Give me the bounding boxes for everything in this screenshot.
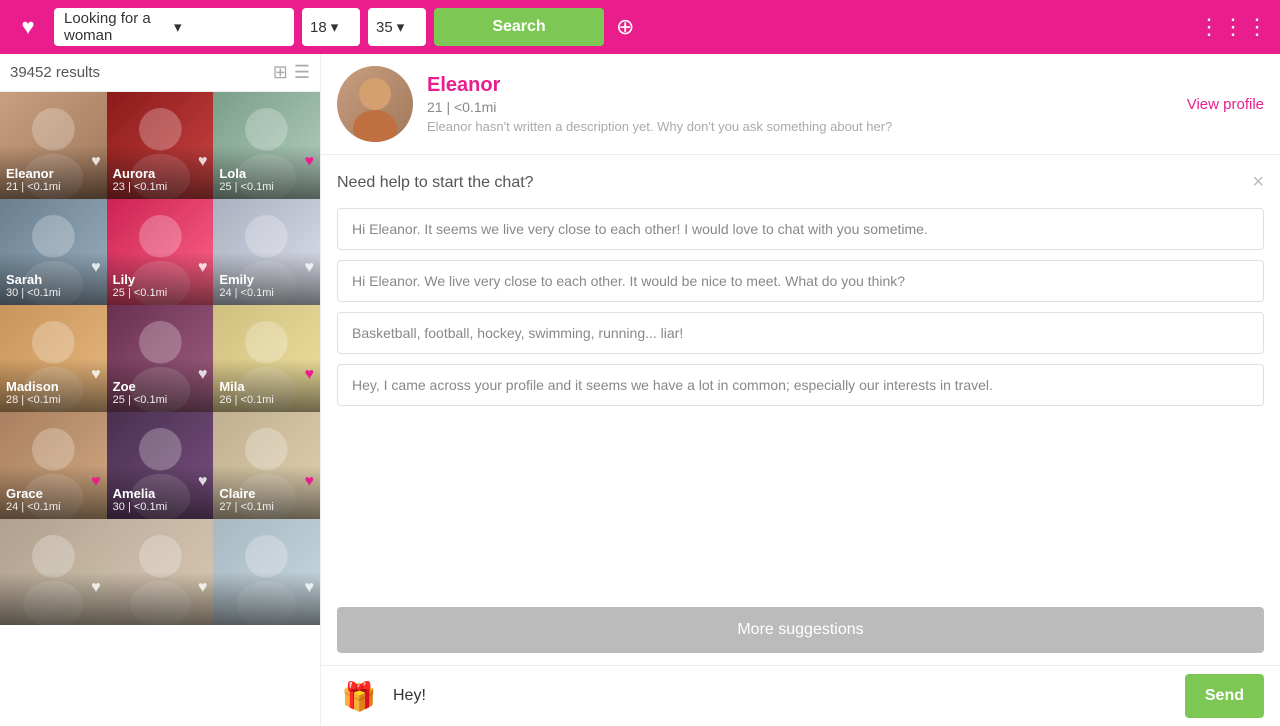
card-name: Lola: [219, 166, 314, 181]
profile-card[interactable]: Aurora 23 | <0.1mi ♥: [107, 92, 214, 199]
card-name: Madison: [6, 379, 101, 394]
card-name: Lily: [113, 272, 208, 287]
profile-info: Eleanor 21 | <0.1mi Eleanor hasn't writt…: [427, 74, 1187, 134]
left-panel: 39452 results ⊞ ☰ Eleanor 21 | <0.1mi ♥ …: [0, 54, 320, 726]
heart-icon[interactable]: ♥: [304, 259, 314, 277]
card-age: 30 | <0.1mi: [6, 287, 101, 299]
looking-for-value: Looking for a woman: [64, 10, 174, 44]
heart-icon[interactable]: ♥: [91, 153, 101, 171]
profile-card[interactable]: Eleanor 21 | <0.1mi ♥: [0, 92, 107, 199]
gift-icon: 🎁: [342, 680, 377, 713]
profile-card[interactable]: Lola 25 | <0.1mi ♥: [213, 92, 320, 199]
profiles-grid: Eleanor 21 | <0.1mi ♥ Aurora 23 | <0.1mi…: [0, 92, 320, 625]
chat-help-title: Need help to start the chat?: [337, 174, 534, 192]
card-age: 30 | <0.1mi: [113, 501, 208, 513]
card-age: 25 | <0.1mi: [113, 394, 208, 406]
age-max-value: 35: [376, 19, 393, 36]
message-input-area: 🎁 Send: [321, 665, 1280, 726]
card-name: Mila: [219, 379, 314, 394]
results-header: 39452 results ⊞ ☰: [0, 54, 320, 92]
card-name: Amelia: [113, 486, 208, 501]
chat-help-header: Need help to start the chat? ×: [337, 171, 1264, 194]
profile-card[interactable]: ♥: [0, 519, 107, 626]
main-layout: 39452 results ⊞ ☰ Eleanor 21 | <0.1mi ♥ …: [0, 54, 1280, 726]
heart-icon[interactable]: ♥: [304, 366, 314, 384]
looking-for-dropdown[interactable]: Eleanor Looking for a woman ▾: [54, 8, 294, 46]
age-max-arrow: ▾: [397, 18, 405, 36]
menu-icon[interactable]: ⋮⋮⋮: [1198, 14, 1270, 40]
heart-icon[interactable]: ♥: [198, 579, 208, 597]
heart-icon[interactable]: ♥: [91, 473, 101, 491]
send-button[interactable]: Send: [1185, 674, 1264, 718]
profile-card[interactable]: Madison 28 | <0.1mi ♥: [0, 305, 107, 412]
grid-view-icon[interactable]: ⊞: [273, 62, 288, 83]
profile-age-dist: 21 | <0.1mi: [427, 99, 1187, 115]
card-age: 24 | <0.1mi: [6, 501, 101, 513]
results-count: 39452 results: [10, 64, 273, 81]
card-name: Grace: [6, 486, 101, 501]
chat-help-section: Need help to start the chat? × Hi Eleano…: [321, 155, 1280, 607]
card-name: Claire: [219, 486, 314, 501]
profile-card[interactable]: Sarah 30 | <0.1mi ♥: [0, 199, 107, 306]
card-age: 21 | <0.1mi: [6, 181, 101, 193]
profile-card[interactable]: ♥: [107, 519, 214, 626]
gift-icon-button[interactable]: 🎁: [337, 674, 381, 718]
header: ♥ Eleanor Looking for a woman ▾ 18 ▾ 35 …: [0, 0, 1280, 54]
card-name: Zoe: [113, 379, 208, 394]
list-view-icon[interactable]: ☰: [294, 62, 310, 83]
heart-icon[interactable]: ♥: [304, 153, 314, 171]
card-age: 28 | <0.1mi: [6, 394, 101, 406]
age-min-value: 18: [310, 19, 327, 36]
profile-card[interactable]: Zoe 25 | <0.1mi ♥: [107, 305, 214, 412]
suggestions-list: Hi Eleanor. It seems we live very close …: [337, 208, 1264, 406]
avatar: [337, 66, 413, 142]
heart-icon[interactable]: ♥: [198, 366, 208, 384]
profile-card[interactable]: Grace 24 | <0.1mi ♥: [0, 412, 107, 519]
age-min-select[interactable]: 18 ▾: [302, 8, 360, 46]
view-profile-button[interactable]: View profile: [1187, 96, 1264, 113]
card-age: 23 | <0.1mi: [113, 181, 208, 193]
card-name: Aurora: [113, 166, 208, 181]
heart-icon[interactable]: ♥: [91, 579, 101, 597]
card-name: Eleanor: [6, 166, 101, 181]
close-button[interactable]: ×: [1252, 171, 1264, 194]
card-name: Emily: [219, 272, 314, 287]
age-max-select[interactable]: 35 ▾: [368, 8, 426, 46]
profile-name: Eleanor: [427, 74, 1187, 97]
profile-header: Eleanor 21 | <0.1mi Eleanor hasn't writt…: [321, 54, 1280, 155]
heart-icon[interactable]: ♥: [91, 259, 101, 277]
card-age: 24 | <0.1mi: [219, 287, 314, 299]
zoom-icon[interactable]: ⊕: [616, 14, 634, 40]
chat-suggestion[interactable]: Basketball, football, hockey, swimming, …: [337, 312, 1264, 354]
chat-suggestion[interactable]: Hi Eleanor. We live very close to each o…: [337, 260, 1264, 302]
heart-icon[interactable]: ♥: [198, 259, 208, 277]
profile-card[interactable]: Amelia 30 | <0.1mi ♥: [107, 412, 214, 519]
card-age: 27 | <0.1mi: [219, 501, 314, 513]
profile-card[interactable]: Emily 24 | <0.1mi ♥: [213, 199, 320, 306]
card-age: 25 | <0.1mi: [219, 181, 314, 193]
age-min-arrow: ▾: [331, 18, 339, 36]
right-panel: Eleanor 21 | <0.1mi Eleanor hasn't writt…: [320, 54, 1280, 726]
card-name: Sarah: [6, 272, 101, 287]
more-suggestions-button[interactable]: More suggestions: [337, 607, 1264, 653]
looking-for-arrow: ▾: [174, 18, 284, 36]
heart-icon[interactable]: ♥: [304, 579, 314, 597]
profile-description: Eleanor hasn't written a description yet…: [427, 119, 1187, 134]
heart-icon[interactable]: ♥: [304, 473, 314, 491]
view-icons: ⊞ ☰: [273, 62, 310, 83]
profile-card[interactable]: Lily 25 | <0.1mi ♥: [107, 199, 214, 306]
profile-card[interactable]: Mila 26 | <0.1mi ♥: [213, 305, 320, 412]
heart-icon[interactable]: ♥: [198, 153, 208, 171]
heart-icon[interactable]: ♥: [91, 366, 101, 384]
message-input[interactable]: [389, 679, 1177, 713]
profile-card[interactable]: Claire 27 | <0.1mi ♥: [213, 412, 320, 519]
search-button[interactable]: Search: [434, 8, 604, 46]
profile-card[interactable]: ♥: [213, 519, 320, 626]
card-age: 25 | <0.1mi: [113, 287, 208, 299]
card-age: 26 | <0.1mi: [219, 394, 314, 406]
chat-suggestion[interactable]: Hey, I came across your profile and it s…: [337, 364, 1264, 406]
chat-suggestion[interactable]: Hi Eleanor. It seems we live very close …: [337, 208, 1264, 250]
app-logo-heart: ♥: [10, 14, 46, 40]
heart-icon[interactable]: ♥: [198, 473, 208, 491]
